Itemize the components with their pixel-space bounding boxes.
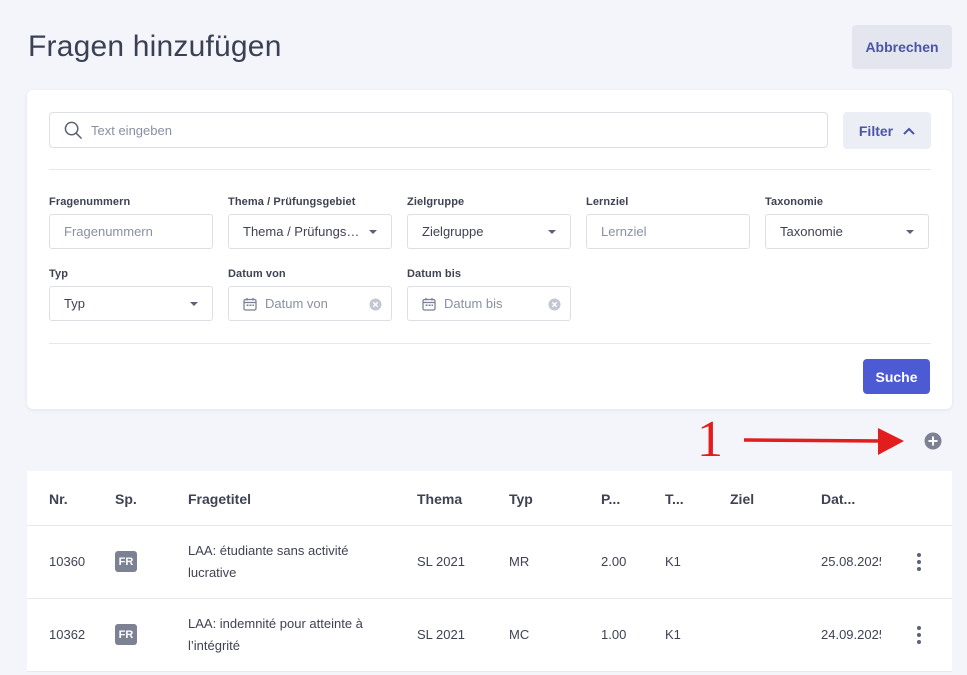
search-box[interactable] (49, 112, 828, 148)
column-header-sprache[interactable]: Sp. (115, 491, 137, 507)
filter-button-label: Filter (858, 122, 894, 139)
field-taxonomie: Taxonomie Taxonomie (765, 196, 929, 249)
typ-value: Typ (64, 296, 85, 311)
lernziel-label: Lernziel (586, 196, 629, 208)
column-header-datum[interactable]: Dat... (821, 491, 855, 507)
zielgruppe-select[interactable]: Zielgruppe (407, 214, 571, 249)
cell-punkte: 2.00 (601, 554, 627, 569)
annotation-arrow-icon (743, 428, 904, 455)
taxonomie-select[interactable]: Taxonomie (765, 214, 929, 249)
clear-icon[interactable] (369, 298, 382, 311)
taxonomie-value: Taxonomie (780, 224, 843, 239)
more-vertical-icon[interactable] (916, 626, 922, 644)
search-button[interactable]: Suche (863, 359, 930, 394)
cell-taxonomie: K1 (665, 627, 681, 642)
field-fragenummern: Fragenummern Fragenummern (49, 196, 213, 249)
thema-value: Thema / Prüfungsgebiet (243, 224, 361, 239)
more-vertical-icon[interactable] (916, 553, 922, 571)
table-row[interactable]: 10360 FR LAA: étudiante sans activité lu… (27, 526, 952, 599)
calendar-icon (243, 297, 257, 311)
datum-bis-placeholder: Datum bis (444, 296, 503, 311)
annotation-number: 1 (697, 411, 723, 468)
cell-datum: 25.08.2025 (821, 554, 881, 569)
cell-nr: 10360 (49, 554, 86, 569)
column-header-taxonomie[interactable]: T... (665, 491, 684, 507)
field-thema: Thema / Prüfungsgebiet Thema / Prüfungsg… (228, 196, 392, 249)
page-title: Fragen hinzufügen (28, 30, 282, 63)
cell-typ: MR (509, 554, 530, 569)
table-header: Nr. Sp. Fragetitel Thema Typ P... T... Z… (27, 471, 952, 526)
field-zielgruppe: Zielgruppe Zielgruppe (407, 196, 571, 249)
filter-card: Filter Fragenummern Fragenummern Thema /… (27, 90, 952, 409)
questions-table: Nr. Sp. Fragetitel Thema Typ P... T... Z… (27, 471, 952, 672)
caret-down-icon (369, 230, 377, 234)
fragenummern-placeholder: Fragenummern (64, 224, 153, 239)
column-header-thema[interactable]: Thema (417, 491, 462, 507)
search-icon (64, 121, 82, 139)
divider (49, 343, 931, 344)
clear-icon[interactable] (548, 298, 561, 311)
field-datum-von: Datum von Datum von (228, 268, 392, 321)
column-header-ziel[interactable]: Ziel (730, 491, 754, 507)
cell-thema: SL 2021 (417, 554, 465, 569)
caret-down-icon (548, 230, 556, 234)
add-circle-icon[interactable] (924, 432, 942, 450)
typ-select[interactable]: Typ (49, 286, 213, 321)
language-badge: FR (115, 551, 137, 572)
lernziel-placeholder: Lernziel (601, 224, 647, 239)
cell-punkte: 1.00 (601, 627, 627, 642)
cell-typ: MC (509, 627, 530, 642)
field-typ: Typ Typ (49, 268, 213, 321)
cancel-button[interactable]: Abbrechen (852, 25, 952, 69)
datum-von-input[interactable]: Datum von (228, 286, 392, 321)
thema-select[interactable]: Thema / Prüfungsgebiet (228, 214, 392, 249)
column-header-fragetitel[interactable]: Fragetitel (188, 491, 251, 507)
datum-von-placeholder: Datum von (265, 296, 328, 311)
search-input[interactable] (91, 122, 771, 138)
column-header-nr[interactable]: Nr. (49, 491, 68, 507)
datum-bis-label: Datum bis (407, 268, 462, 280)
cell-title: LAA: étudiante sans activité lucrative (188, 543, 349, 580)
lernziel-input[interactable]: Lernziel (586, 214, 750, 249)
typ-label: Typ (49, 268, 69, 280)
cell-thema: SL 2021 (417, 627, 465, 642)
filter-toggle-button[interactable]: Filter (843, 112, 931, 149)
calendar-icon (422, 297, 436, 311)
language-badge: FR (115, 624, 137, 645)
cell-taxonomie: K1 (665, 554, 681, 569)
caret-down-icon (906, 230, 914, 234)
datum-bis-input[interactable]: Datum bis (407, 286, 571, 321)
divider (49, 169, 931, 170)
chevron-up-icon (903, 127, 915, 135)
fragenummern-label: Fragenummern (49, 196, 131, 208)
zielgruppe-value: Zielgruppe (422, 224, 484, 239)
fragenummern-input[interactable]: Fragenummern (49, 214, 213, 249)
caret-down-icon (190, 302, 198, 306)
cell-datum: 24.09.2025 (821, 627, 881, 642)
column-header-punkte[interactable]: P... (601, 491, 620, 507)
column-header-typ[interactable]: Typ (509, 491, 533, 507)
datum-von-label: Datum von (228, 268, 286, 280)
cell-nr: 10362 (49, 627, 86, 642)
taxonomie-label: Taxonomie (765, 196, 824, 208)
cell-title: LAA: indemnité pour atteinte à l’intégri… (188, 616, 363, 653)
field-lernziel: Lernziel Lernziel (586, 196, 750, 249)
thema-label: Thema / Prüfungsgebiet (228, 196, 356, 208)
table-row[interactable]: 10362 FR LAA: indemnité pour atteinte à … (27, 599, 952, 672)
zielgruppe-label: Zielgruppe (407, 196, 465, 208)
field-datum-bis: Datum bis Datum bis (407, 268, 571, 321)
